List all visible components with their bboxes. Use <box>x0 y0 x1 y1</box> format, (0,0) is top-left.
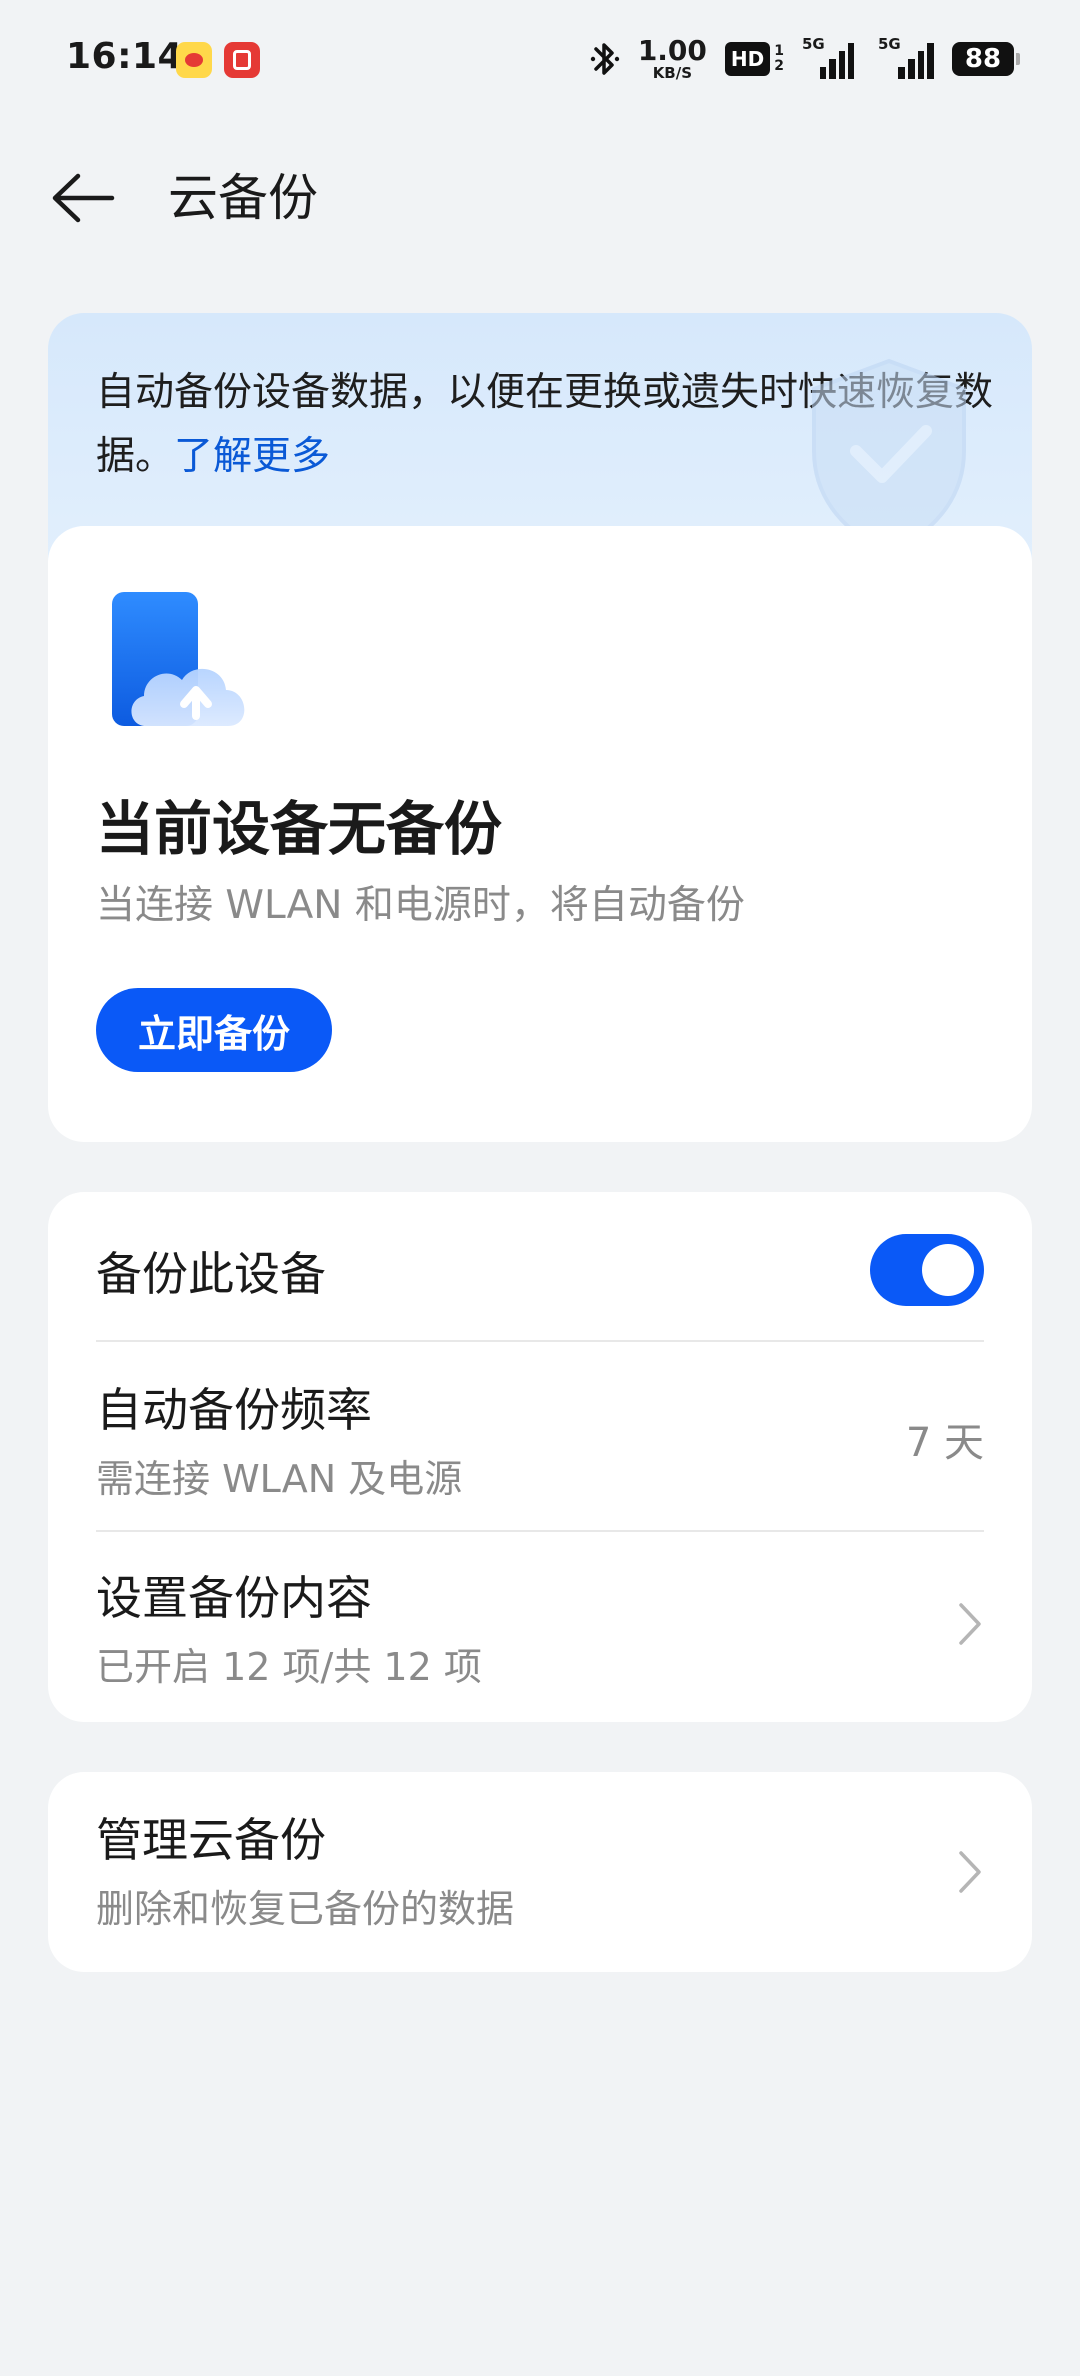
backup-frequency-row[interactable]: 自动备份频率 需连接 WLAN 及电源 <box>96 1342 984 1530</box>
network-speed-unit: KB/S <box>652 64 693 82</box>
bluetooth-icon <box>590 43 620 75</box>
manage-cloud-backup-card[interactable]: 管理云备份 删除和恢复已备份的数据 <box>48 1772 1032 1972</box>
backup-status-subtitle: 当连接 WLAN 和电源时，将自动备份 <box>96 883 745 928</box>
phone-cloud-upload-icon <box>112 592 245 726</box>
status-time: 16:14 <box>66 36 184 77</box>
manage-cloud-backup-label: 管理云备份 <box>96 1813 326 1867</box>
signal-strength-icon: 5G <box>802 35 854 79</box>
page-title: 云备份 <box>168 169 318 227</box>
app-notification-icon <box>224 42 260 78</box>
signal-network-type-2: 5G <box>878 35 901 53</box>
backup-device-row[interactable]: 备份此设备 <box>96 1192 984 1342</box>
backup-device-label: 备份此设备 <box>96 1247 326 1301</box>
battery-level: 88 <box>952 42 1014 76</box>
toggle-knob <box>922 1244 974 1296</box>
hd-sim2: 2 <box>774 58 784 74</box>
learn-more-link[interactable]: 了解更多 <box>174 434 330 479</box>
backup-frequency-label: 自动备份频率 <box>96 1383 372 1437</box>
backup-content-label: 设置备份内容 <box>96 1571 372 1625</box>
backup-frequency-value: 7 天 <box>905 1420 984 1466</box>
backup-settings-card: 备份此设备 自动备份频率 需连接 WLAN 及电源 7 天 设置备份内容 已开启… <box>48 1192 1032 1722</box>
backup-device-toggle[interactable] <box>870 1234 984 1306</box>
manage-cloud-backup-sub: 删除和恢复已备份的数据 <box>96 1887 515 1931</box>
status-indicators: 1.00 KB/S HD 1 2 5G 5G 88 <box>590 34 1020 84</box>
network-speed-value: 1.00 <box>637 34 707 67</box>
hd-icon: HD <box>724 42 771 76</box>
chevron-right-icon <box>959 1603 981 1645</box>
battery-icon: 88 <box>952 42 1020 76</box>
hd-sim1: 1 <box>774 43 784 60</box>
hd-voice-indicator: HD 1 2 <box>724 42 784 76</box>
backup-content-row[interactable]: 设置备份内容 已开启 12 项/共 12 项 <box>96 1532 984 1720</box>
signal-network-type: 5G <box>802 35 825 53</box>
backup-status-card: 当前设备无备份 当连接 WLAN 和电源时，将自动备份 立即备份 <box>48 526 1032 1142</box>
backup-status-title: 当前设备无备份 <box>96 795 503 863</box>
backup-content-sub: 已开启 12 项/共 12 项 <box>96 1645 482 1689</box>
status-bar: 16:14 1.00 KB/S HD 1 2 5G 5G 88 <box>0 0 1080 118</box>
weibo-notification-icon <box>176 42 212 78</box>
signal-strength-icon-2: 5G <box>872 35 934 79</box>
network-speed: 1.00 KB/S <box>638 37 707 81</box>
backup-frequency-sub: 需连接 WLAN 及电源 <box>96 1457 463 1501</box>
backup-now-button[interactable]: 立即备份 <box>96 988 332 1072</box>
chevron-right-icon <box>959 1851 981 1893</box>
back-arrow-icon[interactable] <box>50 168 116 228</box>
